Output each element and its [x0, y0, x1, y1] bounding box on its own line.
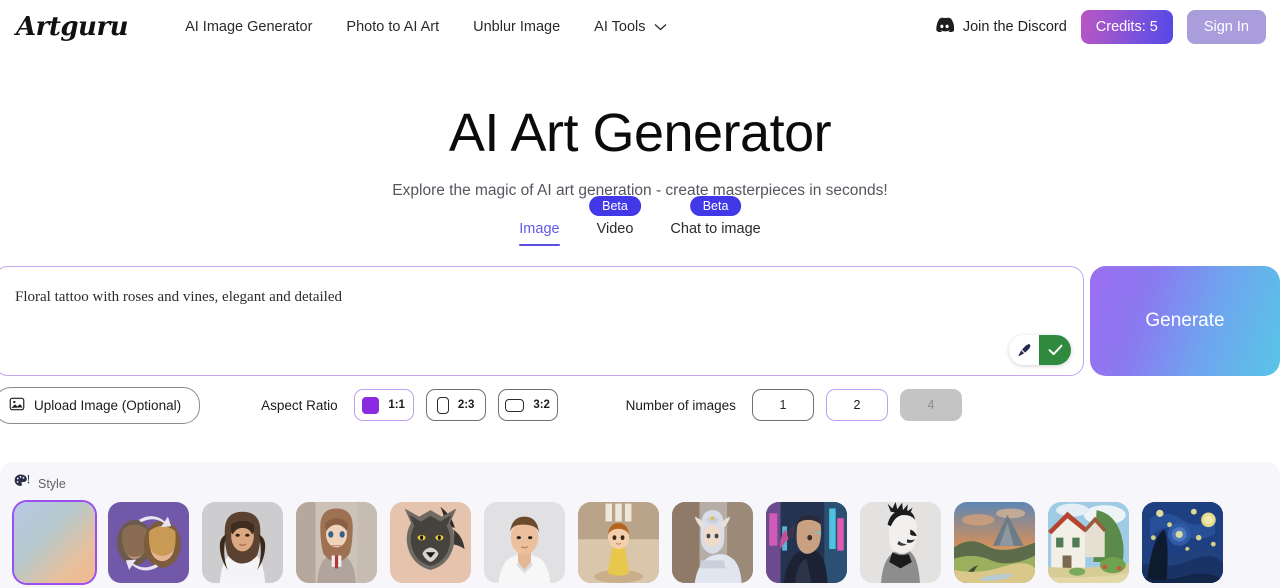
tab-chat-to-image[interactable]: Beta Chat to image: [670, 196, 761, 246]
nav-item-unblur-image[interactable]: Unblur Image: [456, 11, 577, 43]
join-discord-link[interactable]: Join the Discord: [935, 17, 1067, 36]
nav-item-ai-tools[interactable]: AI Tools: [577, 11, 683, 43]
nav-item-ai-image-generator[interactable]: AI Image Generator: [168, 11, 329, 43]
prompt-text[interactable]: Floral tattoo with roses and vines, eleg…: [15, 287, 1053, 308]
confirm-check-icon[interactable]: [1039, 335, 1071, 366]
aspect-ratio-label-value: 1:1: [388, 399, 405, 412]
image-upload-icon: [9, 396, 25, 415]
aspect-ratio-label: Aspect Ratio: [261, 397, 338, 413]
style-thumb-face-swap[interactable]: [108, 502, 189, 583]
nav-label: Unblur Image: [473, 18, 561, 35]
prompt-row: Floral tattoo with roses and vines, eleg…: [0, 266, 1280, 377]
sign-in-button[interactable]: Sign In: [1186, 9, 1266, 44]
aspect-ratio-label-value: 3:2: [533, 399, 550, 412]
number-of-images-label: Number of images: [625, 397, 736, 413]
discord-label: Join the Discord: [962, 18, 1067, 35]
aspect-ratio-group: Aspect Ratio 1:1 2:3 3:2: [261, 389, 558, 422]
image-count-1[interactable]: 1: [751, 389, 814, 422]
style-thumb-cyberpunk[interactable]: [766, 502, 847, 583]
aspect-ratio-1-1[interactable]: 1:1: [353, 389, 414, 422]
main-nav: AI Image Generator Photo to AI Art Unblu…: [168, 11, 683, 43]
site-header: Artguru AI Image Generator Photo to AI A…: [0, 0, 1280, 53]
page-subtitle: Explore the magic of AI art generation -…: [392, 182, 888, 200]
style-thumb-3d-cartoon[interactable]: [578, 502, 659, 583]
prompt-toolbar: [1009, 335, 1071, 366]
style-thumb-landscape-painting[interactable]: [954, 502, 1035, 583]
hero-section: AI Art Generator Explore the magic of AI…: [0, 53, 1280, 247]
page-title: AI Art Generator: [448, 103, 832, 163]
chevron-down-icon: [654, 23, 667, 31]
discord-icon: [935, 17, 955, 36]
style-thumb-village[interactable]: [1048, 502, 1129, 583]
style-thumb-none[interactable]: [14, 502, 95, 583]
aspect-ratio-label-value: 2:3: [457, 399, 475, 412]
palette-icon: [14, 474, 30, 493]
upload-image-button[interactable]: Upload Image (Optional): [0, 386, 201, 424]
prompt-input[interactable]: Floral tattoo with roses and vines, eleg…: [0, 266, 1084, 377]
options-row: Upload Image (Optional) Aspect Ratio 1:1…: [0, 386, 1280, 424]
style-thumb-tattoo[interactable]: [390, 502, 471, 583]
nav-item-photo-to-ai-art[interactable]: Photo to AI Art: [329, 11, 456, 43]
aspect-ratio-3-2[interactable]: 3:2: [497, 389, 558, 422]
tab-video[interactable]: Beta Video: [589, 196, 641, 246]
upload-image-label: Upload Image (Optional): [34, 397, 182, 413]
style-thumb-realistic-portrait[interactable]: [202, 502, 283, 583]
image-count-4: 4: [899, 389, 962, 422]
tab-label: Image: [519, 221, 560, 238]
header-actions: Join the Discord Credits: 5 Sign In: [935, 9, 1266, 44]
square-shape-icon: [362, 396, 380, 414]
portrait-shape-icon: [436, 396, 449, 414]
beta-badge: Beta: [689, 196, 742, 217]
generate-button[interactable]: Generate: [1090, 266, 1280, 377]
nav-label: AI Tools: [594, 18, 646, 35]
aspect-ratio-2-3[interactable]: 2:3: [425, 389, 486, 422]
style-thumb-sketch[interactable]: [860, 502, 941, 583]
nav-label: AI Image Generator: [185, 18, 313, 35]
style-thumbnail-strip[interactable]: [0, 502, 1280, 583]
tab-image[interactable]: Image: [519, 221, 560, 247]
style-thumb-headshot[interactable]: [484, 502, 565, 583]
style-header-label: Style: [38, 476, 66, 491]
tab-label: Chat to image: [670, 221, 761, 238]
brand-logo[interactable]: Artguru: [16, 12, 129, 42]
tab-active-underline: [519, 243, 560, 247]
style-thumb-fantasy[interactable]: [672, 502, 753, 583]
nav-label: Photo to AI Art: [346, 18, 440, 35]
landscape-shape-icon: [505, 398, 525, 412]
number-of-images-group: Number of images 1 2 4: [625, 389, 962, 422]
beta-badge: Beta: [589, 196, 641, 217]
credits-button[interactable]: Credits: 5: [1080, 9, 1173, 44]
mode-tabs: Image Beta Video Beta Chat to image: [0, 196, 1280, 247]
tab-label: Video: [596, 221, 634, 238]
style-thumb-anime[interactable]: [296, 502, 377, 583]
style-panel: Style: [0, 462, 1280, 588]
magic-pen-icon[interactable]: [1009, 335, 1039, 366]
style-header: Style: [0, 474, 1280, 493]
style-thumb-starry-night[interactable]: [1142, 502, 1223, 583]
image-count-2[interactable]: 2: [825, 389, 888, 422]
